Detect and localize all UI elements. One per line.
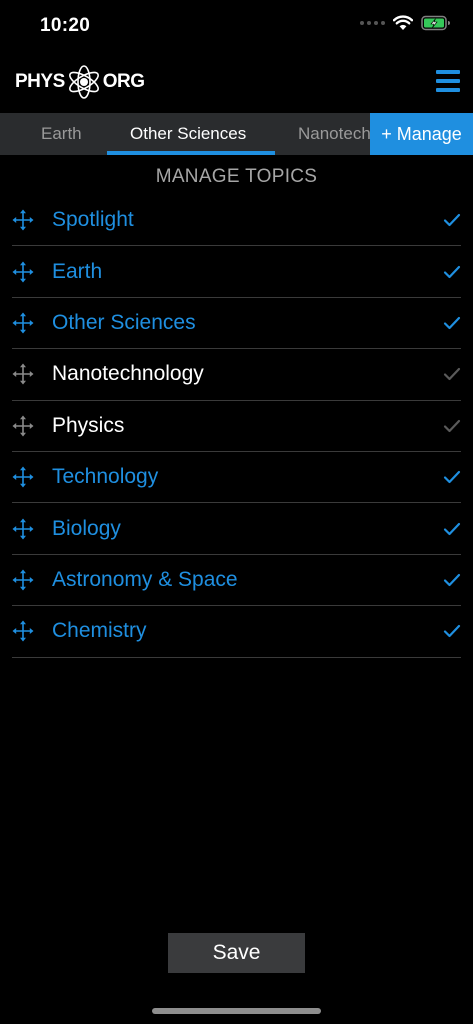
tab-nanotech[interactable]: Nanotech [298, 113, 371, 155]
topic-label: Physics [52, 413, 125, 437]
manage-button[interactable]: + Manage [370, 113, 473, 155]
topic-label: Spotlight [52, 208, 134, 232]
checkmark-icon[interactable] [443, 572, 461, 588]
move-arrows-icon[interactable] [12, 209, 34, 231]
topic-row-other-sciences[interactable]: Other Sciences [12, 298, 461, 350]
status-time: 10:20 [40, 15, 91, 36]
checkmark-icon[interactable] [443, 469, 461, 485]
move-arrows-icon[interactable] [12, 466, 34, 488]
active-tab-indicator [107, 151, 275, 155]
topic-row-earth[interactable]: Earth [12, 246, 461, 298]
topic-row-biology[interactable]: Biology [12, 503, 461, 555]
move-arrows-icon[interactable] [12, 261, 34, 283]
cellular-signal-icon [360, 21, 385, 25]
checkmark-icon[interactable] [443, 366, 461, 382]
topic-row-nanotechnology[interactable]: Nanotechnology [12, 349, 461, 401]
status-bar: 10:20 [0, 0, 473, 50]
checkmark-icon[interactable] [443, 418, 461, 434]
phys-org-logo[interactable]: PHYS ORG [15, 64, 145, 100]
topic-row-astronomy-space[interactable]: Astronomy & Space [12, 555, 461, 607]
checkmark-icon[interactable] [443, 521, 461, 537]
move-arrows-icon[interactable] [12, 363, 34, 385]
hamburger-menu-icon[interactable] [436, 70, 460, 92]
checkmark-icon[interactable] [443, 623, 461, 639]
battery-charging-icon [421, 15, 450, 31]
topic-label: Chemistry [52, 619, 147, 643]
tab-earth[interactable]: Earth [41, 113, 82, 155]
home-indicator[interactable] [152, 1008, 321, 1014]
move-arrows-icon[interactable] [12, 569, 34, 591]
topic-row-chemistry[interactable]: Chemistry [12, 606, 461, 658]
atom-icon [68, 65, 99, 99]
move-arrows-icon[interactable] [12, 620, 34, 642]
topic-label: Nanotechnology [52, 362, 204, 386]
move-arrows-icon[interactable] [12, 312, 34, 334]
tab-other-sciences[interactable]: Other Sciences [130, 113, 246, 155]
topic-label: Technology [52, 465, 159, 489]
topic-label: Earth [52, 259, 103, 283]
move-arrows-icon[interactable] [12, 518, 34, 540]
topic-row-spotlight[interactable]: Spotlight [12, 195, 461, 247]
topic-row-technology[interactable]: Technology [12, 452, 461, 504]
move-arrows-icon[interactable] [12, 415, 34, 437]
wifi-icon [393, 15, 413, 30]
status-icons [360, 15, 451, 31]
checkmark-icon[interactable] [443, 315, 461, 331]
topic-label: Other Sciences [52, 310, 196, 334]
topic-label: Biology [52, 516, 121, 540]
topic-list: Spotlight Earth Other Sciences Nanotechn… [12, 195, 461, 658]
checkmark-icon[interactable] [443, 212, 461, 228]
save-button[interactable]: Save [168, 933, 305, 973]
checkmark-icon[interactable] [443, 264, 461, 280]
topic-row-physics[interactable]: Physics [12, 401, 461, 452]
topic-label: Astronomy & Space [52, 567, 238, 591]
page-title: MANAGE TOPICS [155, 166, 318, 187]
app-header: PHYS ORG [0, 58, 473, 106]
